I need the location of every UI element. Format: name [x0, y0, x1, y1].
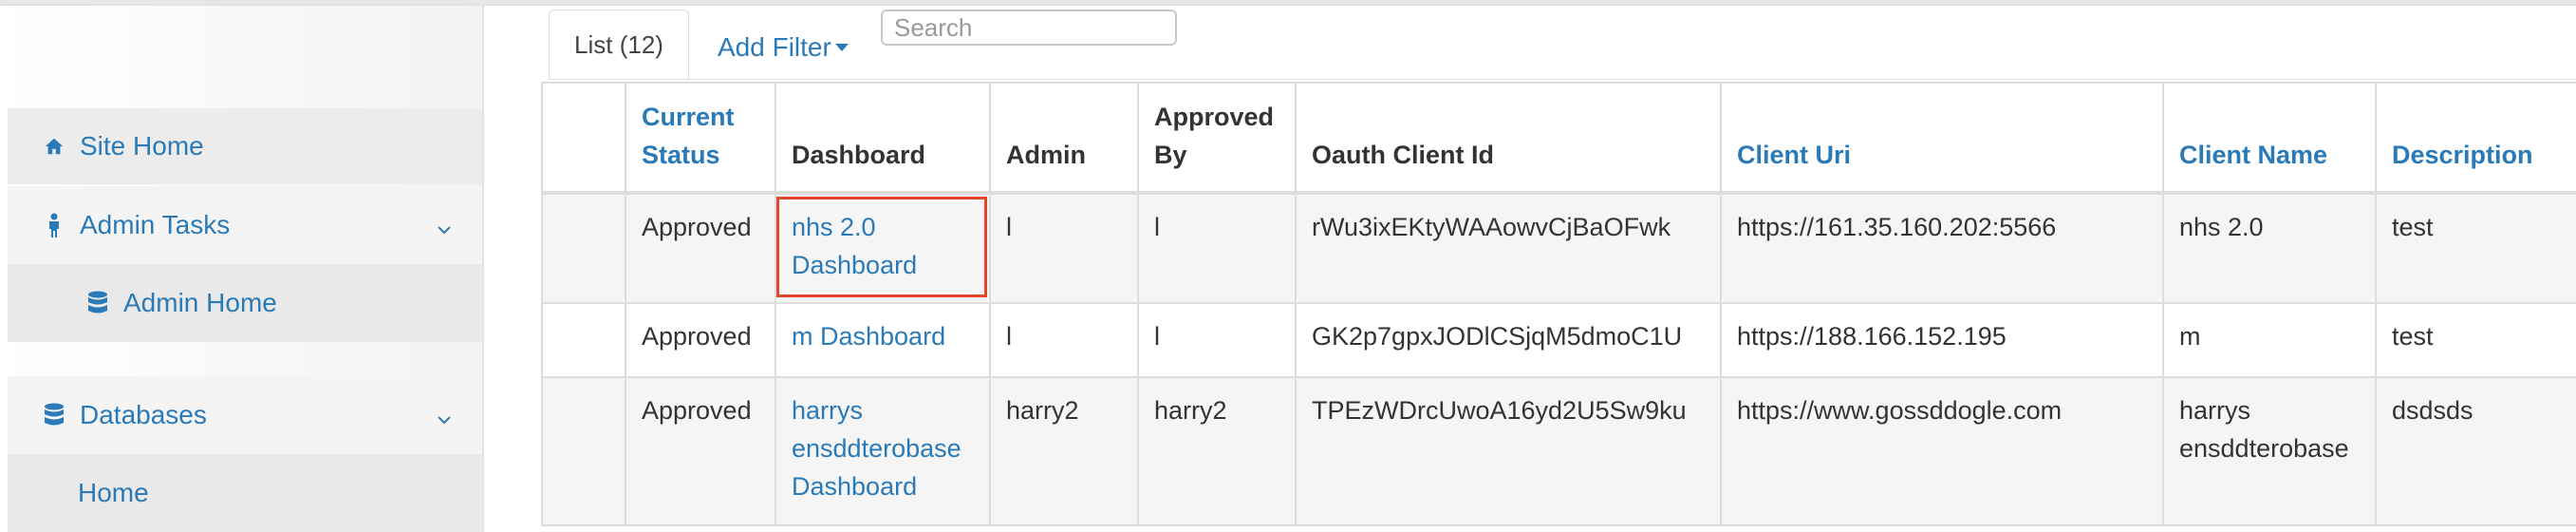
database-icon: [40, 401, 68, 429]
sidebar-item-label: Home: [78, 478, 149, 507]
database-icon: [84, 289, 112, 317]
tab-divider: [549, 79, 2576, 80]
client-uri-cell: https://161.35.160.202:5566: [1720, 192, 2164, 304]
client-uri-cell: https://www.gossddogle.com: [1720, 376, 2164, 526]
client-name-cell: m: [2162, 302, 2377, 378]
caret-down-icon: [834, 44, 849, 51]
tab-list-label: List (12): [574, 30, 663, 59]
home-icon: [40, 132, 68, 161]
column-header-select: [541, 82, 626, 194]
admin-cell: l: [989, 302, 1139, 378]
sidebar-item-label: Admin Home: [123, 288, 277, 317]
oauth-client-id-cell: rWu3ixEKtyWAAowvCjBaOFwk: [1295, 192, 1722, 304]
dashboard-cell: m Dashboard: [775, 302, 991, 378]
approved-by-cell: l: [1137, 302, 1297, 378]
sidebar-item-admin-home[interactable]: Admin Home: [8, 264, 482, 342]
sidebar: Site Home Admin Tasks Admin Home Databas…: [0, 6, 484, 532]
column-header-dashboard: Dashboard: [775, 82, 991, 194]
sidebar-item-site-home[interactable]: Site Home: [8, 108, 482, 184]
description-cell: dsdsds: [2375, 376, 2576, 526]
approved-by-cell: l: [1137, 192, 1297, 304]
dashboard-link[interactable]: m Dashboard: [792, 322, 945, 351]
row-select-cell[interactable]: [541, 192, 626, 304]
oauth-client-id-cell: GK2p7gpxJODlCSjqM5dmoC1U: [1295, 302, 1722, 378]
dashboard-cell: harrys ensddterobase Dashboard: [775, 376, 991, 526]
client-name-cell: harrys ensddterobase: [2162, 376, 2377, 526]
highlight-box: [776, 197, 987, 297]
status-cell: Approved: [625, 192, 776, 304]
status-cell: Approved: [625, 376, 776, 526]
row-select-cell[interactable]: [541, 302, 626, 378]
tab-list[interactable]: List (12): [549, 10, 689, 80]
sidebar-item-home[interactable]: Home: [8, 454, 482, 532]
chevron-down-icon[interactable]: [435, 216, 454, 235]
row-select-cell[interactable]: [541, 376, 626, 526]
sidebar-item-databases[interactable]: Databases: [8, 376, 482, 454]
chevron-down-icon[interactable]: [435, 406, 454, 425]
sidebar-item-label: Databases: [80, 400, 207, 429]
oauth-client-id-cell: TPEzWDrcUwoA16yd2U5Sw9ku: [1295, 376, 1722, 526]
data-table: Current Status Dashboard Admin Approved …: [541, 82, 2576, 526]
column-header-admin: Admin: [989, 82, 1139, 194]
column-header-approved-by: Approved By: [1137, 82, 1297, 194]
column-header-client-uri[interactable]: Client Uri: [1720, 82, 2164, 194]
table-row: Approved nhs 2.0 Dashboard l l rWu3ixEKt…: [541, 192, 2576, 304]
table-row: Approved harrys ensddterobase Dashboard …: [541, 376, 2576, 526]
column-header-current-status[interactable]: Current Status: [625, 82, 776, 194]
description-cell: test: [2375, 192, 2576, 304]
person-icon: [40, 211, 68, 239]
column-header-oauth-client-id: Oauth Client Id: [1295, 82, 1722, 194]
sidebar-item-admin-tasks[interactable]: Admin Tasks: [8, 186, 482, 264]
search-input[interactable]: [881, 10, 1177, 46]
table-row: Approved m Dashboard l l GK2p7gpxJODlCSj…: [541, 302, 2576, 378]
status-cell: Approved: [625, 302, 776, 378]
admin-cell: l: [989, 192, 1139, 304]
add-filter-dropdown[interactable]: Add Filter: [718, 28, 849, 66]
sidebar-item-label: Admin Tasks: [80, 210, 231, 239]
description-cell: test: [2375, 302, 2576, 378]
approved-by-cell: harry2: [1137, 376, 1297, 526]
client-name-cell: nhs 2.0: [2162, 192, 2377, 304]
sidebar-item-label: Site Home: [80, 131, 204, 161]
add-filter-label: Add Filter: [718, 32, 831, 62]
admin-cell: harry2: [989, 376, 1139, 526]
dashboard-link[interactable]: harrys ensddterobase Dashboard: [792, 396, 961, 501]
client-uri-cell: https://188.166.152.195: [1720, 302, 2164, 378]
column-header-description[interactable]: Description: [2375, 82, 2576, 194]
column-header-client-name[interactable]: Client Name: [2162, 82, 2377, 194]
dashboard-cell: nhs 2.0 Dashboard: [775, 192, 991, 304]
dashboard-link[interactable]: nhs 2.0 Dashboard: [792, 213, 917, 279]
